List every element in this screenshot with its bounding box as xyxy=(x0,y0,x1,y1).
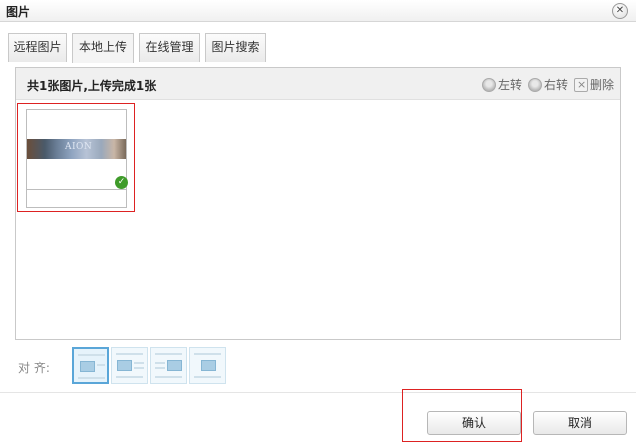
dialog-title: 图片 xyxy=(6,5,31,19)
upload-panel: 共1张图片,上传完成1张 左转 右转 删除 AION ✓ xyxy=(15,67,621,340)
cancel-button[interactable]: 取消 xyxy=(533,411,627,435)
close-icon[interactable]: ✕ xyxy=(612,3,628,19)
rotate-right-button[interactable]: 右转 xyxy=(528,77,568,93)
delete-button[interactable]: 删除 xyxy=(574,77,614,93)
align-center-icon xyxy=(201,360,216,371)
rotate-left-button[interactable]: 左转 xyxy=(482,77,522,93)
rotate-right-icon xyxy=(528,78,542,92)
align-none-option[interactable] xyxy=(72,347,109,384)
dialog-titlebar: 图片 ✕ xyxy=(0,0,636,22)
align-none-icon xyxy=(80,361,95,372)
align-right-option[interactable] xyxy=(150,347,187,384)
tab-remote-image[interactable]: 远程图片 xyxy=(8,33,67,62)
align-left-option[interactable] xyxy=(111,347,148,384)
thumbnail-divider xyxy=(27,189,126,190)
align-center-option[interactable] xyxy=(189,347,226,384)
footer-divider xyxy=(0,392,636,393)
align-right-icon xyxy=(167,360,182,371)
rotate-right-label: 右转 xyxy=(544,78,569,92)
tab-image-search[interactable]: 图片搜索 xyxy=(205,33,266,62)
align-label: 对 齐: xyxy=(18,361,50,375)
tab-online-manage[interactable]: 在线管理 xyxy=(139,33,200,62)
rotate-left-label: 左转 xyxy=(498,78,523,92)
tab-local-upload[interactable]: 本地上传 xyxy=(72,33,134,63)
upload-success-check-icon: ✓ xyxy=(115,176,128,189)
delete-label: 删除 xyxy=(590,78,615,92)
align-left-icon xyxy=(117,360,132,371)
rotate-left-icon xyxy=(482,78,496,92)
thumbnail-image-caption: AION xyxy=(65,142,93,152)
upload-panel-header: 共1张图片,上传完成1张 左转 右转 删除 xyxy=(16,68,620,100)
image-thumbnail[interactable]: AION ✓ xyxy=(26,109,128,208)
confirm-button[interactable]: 确认 xyxy=(427,411,521,435)
thumbnail-image: AION xyxy=(27,139,126,159)
upload-status: 共1张图片,上传完成1张 xyxy=(27,79,157,93)
delete-icon xyxy=(574,77,588,93)
thumbnail-selection-highlight: AION ✓ xyxy=(17,103,135,212)
